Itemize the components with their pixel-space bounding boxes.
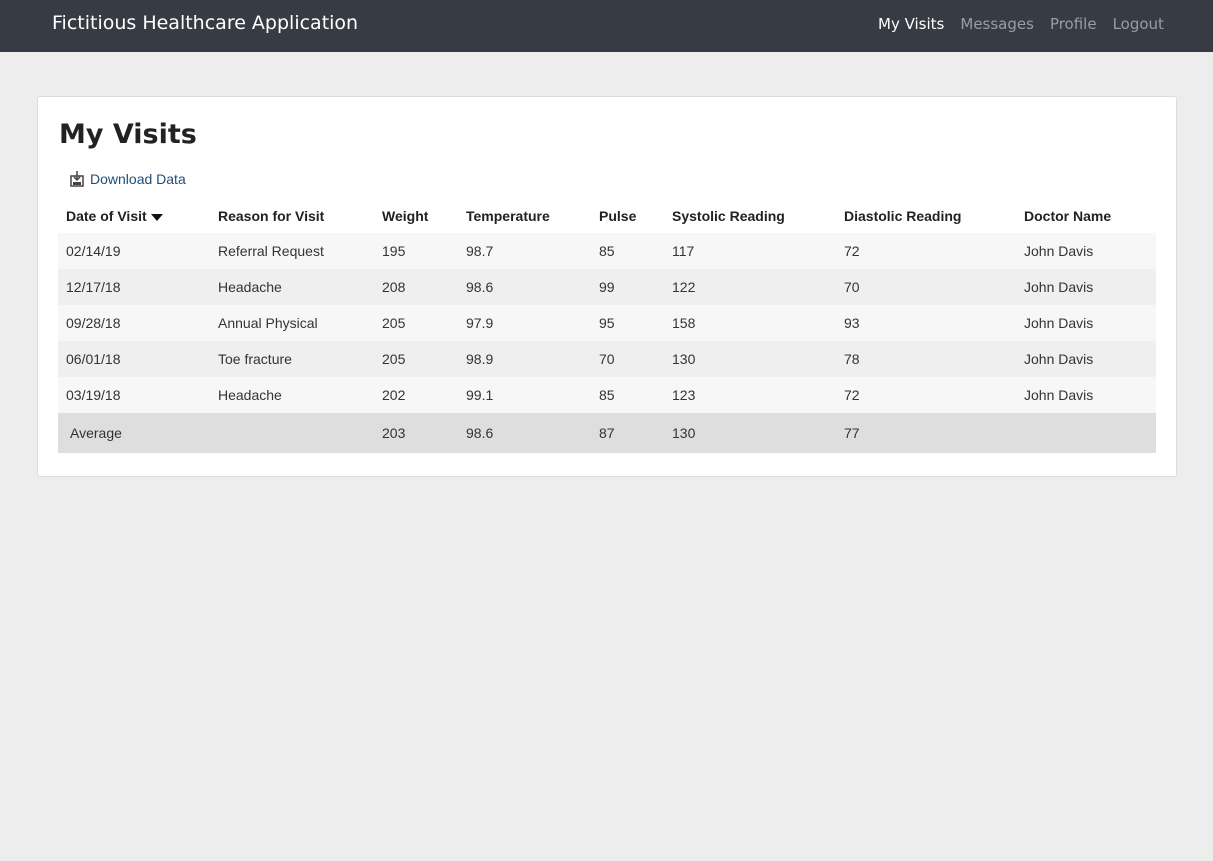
average-systolic: 130 [672, 425, 696, 441]
cell-systolic: 158 [672, 315, 696, 331]
cell-doctor: John Davis [1024, 387, 1094, 403]
table-row: 12/17/18 Headache 208 98.6 99 122 70 Joh… [58, 269, 1156, 305]
column-header-pulse[interactable]: Pulse [591, 199, 664, 233]
cell-temperature: 98.7 [466, 243, 494, 259]
cell-diastolic: 70 [844, 279, 860, 295]
column-header-doctor[interactable]: Doctor Name [1016, 199, 1156, 233]
cell-temperature: 98.9 [466, 351, 494, 367]
download-icon [70, 171, 84, 187]
cell-systolic: 117 [672, 243, 695, 259]
cell-temperature: 99.1 [466, 387, 494, 403]
average-doctor [1016, 413, 1156, 453]
download-data-label: Download Data [90, 171, 186, 187]
sort-descending-icon[interactable] [150, 213, 163, 221]
cell-date: 09/28/18 [66, 315, 121, 331]
top-navbar: Fictitious Healthcare Application My Vis… [0, 0, 1213, 52]
cell-date: 03/19/18 [66, 387, 121, 403]
cell-reason: Headache [218, 387, 282, 403]
cell-date: 06/01/18 [66, 351, 121, 367]
average-label: Average [70, 425, 122, 441]
table-row: 03/19/18 Headache 202 99.1 85 123 72 Joh… [58, 377, 1156, 413]
nav-my-visits[interactable]: My Visits [878, 15, 944, 33]
cell-reason: Toe fracture [218, 351, 292, 367]
cell-doctor: John Davis [1024, 279, 1094, 295]
visits-table: Date of Visit Reason for Visit Weight Te… [58, 199, 1156, 453]
average-temperature: 98.6 [466, 425, 494, 441]
cell-diastolic: 72 [844, 387, 860, 403]
column-header-temperature[interactable]: Temperature [458, 199, 591, 233]
table-row: 02/14/19 Referral Request 195 98.7 85 11… [58, 233, 1156, 269]
cell-doctor: John Davis [1024, 315, 1094, 331]
cell-doctor: John Davis [1024, 243, 1094, 259]
cell-weight: 208 [382, 279, 406, 295]
cell-pulse: 95 [599, 315, 615, 331]
cell-systolic: 123 [672, 387, 696, 403]
table-row: 06/01/18 Toe fracture 205 98.9 70 130 78… [58, 341, 1156, 377]
download-data-link[interactable]: Download Data [70, 171, 186, 187]
column-header-diastolic[interactable]: Diastolic Reading [836, 199, 1016, 233]
cell-weight: 195 [382, 243, 406, 259]
main-nav: My Visits Messages Profile Logout [878, 15, 1180, 33]
average-pulse: 87 [599, 425, 615, 441]
cell-reason: Referral Request [218, 243, 324, 259]
column-header-systolic[interactable]: Systolic Reading [664, 199, 836, 233]
cell-reason: Headache [218, 279, 282, 295]
cell-pulse: 85 [599, 387, 615, 403]
cell-weight: 205 [382, 315, 406, 331]
column-header-weight[interactable]: Weight [374, 199, 458, 233]
average-reason [210, 413, 374, 453]
cell-pulse: 70 [599, 351, 615, 367]
cell-reason: Annual Physical [218, 315, 318, 331]
cell-date: 12/17/18 [66, 279, 121, 295]
cell-doctor: John Davis [1024, 351, 1094, 367]
cell-diastolic: 78 [844, 351, 860, 367]
cell-systolic: 130 [672, 351, 696, 367]
cell-weight: 205 [382, 351, 406, 367]
cell-weight: 202 [382, 387, 406, 403]
column-header-reason[interactable]: Reason for Visit [210, 199, 374, 233]
visits-card: My Visits Download Data Date of Visit Re… [37, 96, 1177, 477]
app-title[interactable]: Fictitious Healthcare Application [52, 12, 358, 34]
column-header-date[interactable]: Date of Visit [58, 199, 210, 233]
average-weight: 203 [382, 425, 406, 441]
nav-logout[interactable]: Logout [1113, 15, 1164, 33]
average-row: Average 203 98.6 87 130 77 [58, 413, 1156, 453]
cell-temperature: 98.6 [466, 279, 494, 295]
table-header-row: Date of Visit Reason for Visit Weight Te… [58, 199, 1156, 233]
cell-temperature: 97.9 [466, 315, 494, 331]
cell-diastolic: 93 [844, 315, 860, 331]
cell-diastolic: 72 [844, 243, 860, 259]
cell-systolic: 122 [672, 279, 696, 295]
cell-date: 02/14/19 [66, 243, 121, 259]
table-row: 09/28/18 Annual Physical 205 97.9 95 158… [58, 305, 1156, 341]
nav-messages[interactable]: Messages [960, 15, 1034, 33]
average-diastolic: 77 [844, 425, 860, 441]
cell-pulse: 85 [599, 243, 615, 259]
cell-pulse: 99 [599, 279, 615, 295]
page-title: My Visits [59, 119, 197, 150]
nav-profile[interactable]: Profile [1050, 15, 1097, 33]
